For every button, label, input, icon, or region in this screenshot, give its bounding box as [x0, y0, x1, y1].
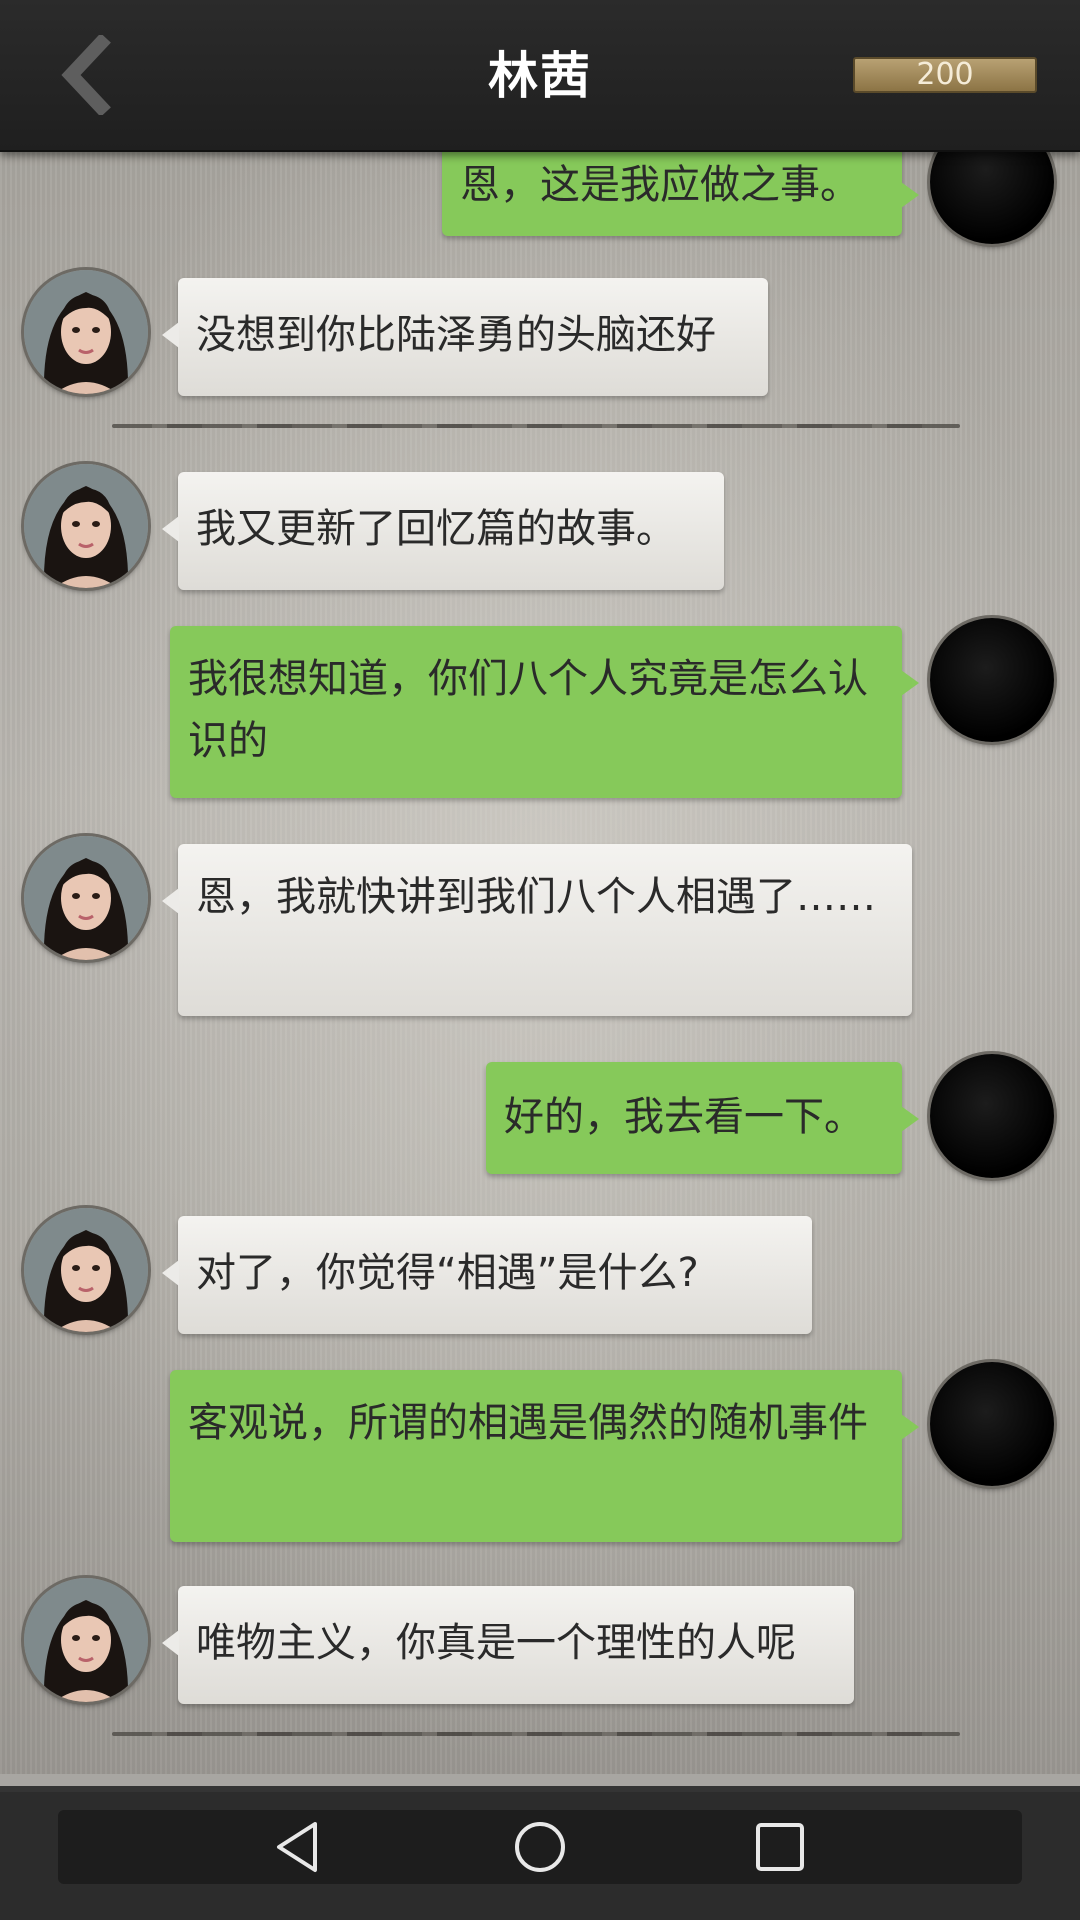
message-bubble-incoming[interactable]: 没想到你比陆泽勇的头脑还好	[162, 278, 768, 396]
message-bubble-outgoing[interactable]: 好的，我去看一下。	[486, 1062, 919, 1174]
message-text: 我很想知道，你们八个人究竟是怎么认识的	[188, 656, 868, 764]
message-text: 唯物主义，你真是一个理性的人呢	[196, 1620, 796, 1666]
nav-back-button[interactable]	[253, 1810, 343, 1884]
user-avatar	[930, 618, 1054, 742]
message-text: 客观说，所谓的相遇是偶然的随机事件	[188, 1400, 868, 1446]
square-recents-icon	[756, 1823, 804, 1871]
contact-avatar	[24, 1208, 148, 1332]
user-avatar	[930, 1362, 1054, 1486]
section-divider	[112, 424, 960, 428]
coin-counter: 200	[853, 57, 1037, 93]
user-avatar	[930, 150, 1054, 244]
message-bubble-incoming[interactable]: 唯物主义，你真是一个理性的人呢	[162, 1586, 854, 1704]
message-bubble-incoming[interactable]: 我又更新了回忆篇的故事。	[162, 472, 724, 590]
nav-recents-button[interactable]	[735, 1810, 825, 1884]
circle-home-icon	[515, 1822, 565, 1872]
section-divider	[112, 1732, 960, 1736]
woman-portrait-icon	[24, 464, 148, 588]
woman-portrait-icon	[24, 1578, 148, 1702]
message-bubble-outgoing[interactable]: 客观说，所谓的相遇是偶然的随机事件	[170, 1370, 919, 1542]
system-nav-bar	[58, 1810, 1022, 1884]
nav-home-button[interactable]	[495, 1810, 585, 1884]
woman-portrait-icon	[24, 270, 148, 394]
message-text: 我又更新了回忆篇的故事。	[196, 506, 676, 552]
woman-portrait-icon	[24, 1208, 148, 1332]
woman-portrait-icon	[24, 836, 148, 960]
contact-avatar	[24, 1578, 148, 1702]
message-text: 对了，你觉得“相遇”是什么?	[196, 1250, 699, 1296]
message-text: 恩，这是我应做之事。	[460, 162, 860, 208]
contact-avatar	[24, 836, 148, 960]
message-text: 没想到你比陆泽勇的头脑还好	[196, 312, 716, 358]
contact-avatar	[24, 270, 148, 394]
message-bubble-outgoing[interactable]: 我很想知道，你们八个人究竟是怎么认识的	[170, 626, 919, 798]
triangle-back-icon	[277, 1822, 317, 1872]
user-avatar	[930, 1054, 1054, 1178]
message-text: 好的，我去看一下。	[504, 1094, 864, 1140]
message-bubble-incoming[interactable]: 对了，你觉得“相遇”是什么?	[162, 1216, 812, 1334]
message-bubble-incoming[interactable]: 恩，我就快讲到我们八个人相遇了……	[162, 844, 912, 1016]
top-bar: 林茜 200	[0, 0, 1080, 152]
chat-area[interactable]: 恩，这是我应做之事。 没想到你比陆泽勇的头脑还好 我又更新了回忆篇的故事。 我很…	[0, 150, 1080, 1774]
message-bubble-outgoing[interactable]: 恩，这是我应做之事。	[442, 150, 919, 236]
contact-avatar	[24, 464, 148, 588]
message-text: 恩，我就快讲到我们八个人相遇了……	[196, 874, 876, 920]
system-nav-area	[0, 1774, 1080, 1920]
